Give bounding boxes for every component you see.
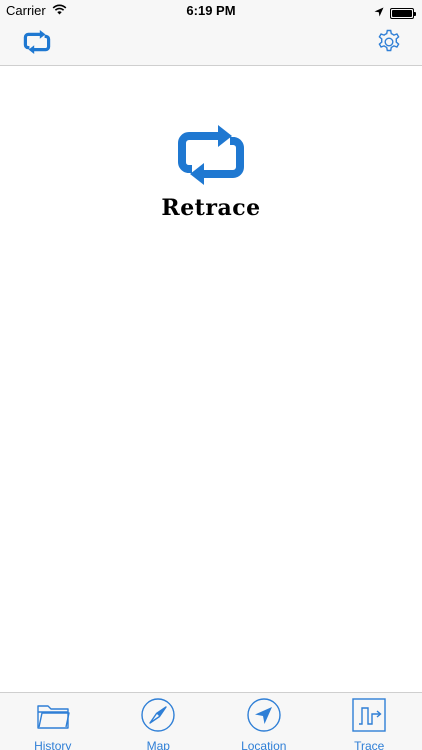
battery-level — [392, 9, 412, 17]
navigation-bar — [0, 22, 422, 66]
retrace-logo-icon — [178, 125, 244, 185]
status-right — [374, 4, 416, 22]
tab-label: Map — [146, 739, 170, 750]
app-title: Retrace — [161, 195, 261, 221]
tab-label: Trace — [354, 739, 385, 750]
trace-path-icon — [351, 697, 387, 738]
retrace-logo-button[interactable] — [22, 29, 52, 59]
status-time: 6:19 PM — [186, 3, 236, 18]
tab-location[interactable]: Location — [211, 693, 317, 750]
status-bar: Carrier 6:19 PM — [0, 0, 422, 22]
gear-icon — [376, 29, 402, 60]
settings-button[interactable] — [374, 29, 404, 59]
tab-bar: History Map Location Trace — [0, 692, 422, 750]
tab-label: Location — [241, 739, 287, 750]
tab-trace[interactable]: Trace — [317, 693, 422, 750]
main-content: Retrace — [0, 67, 422, 692]
tab-label: History — [34, 739, 72, 750]
battery-icon — [390, 7, 416, 19]
location-services-icon — [374, 4, 384, 22]
folder-icon — [35, 697, 71, 738]
tab-history[interactable]: History — [0, 693, 106, 750]
retrace-logo-icon — [23, 29, 51, 59]
compass-icon — [140, 697, 176, 738]
location-arrow-icon — [246, 697, 282, 738]
tab-map[interactable]: Map — [106, 693, 212, 750]
